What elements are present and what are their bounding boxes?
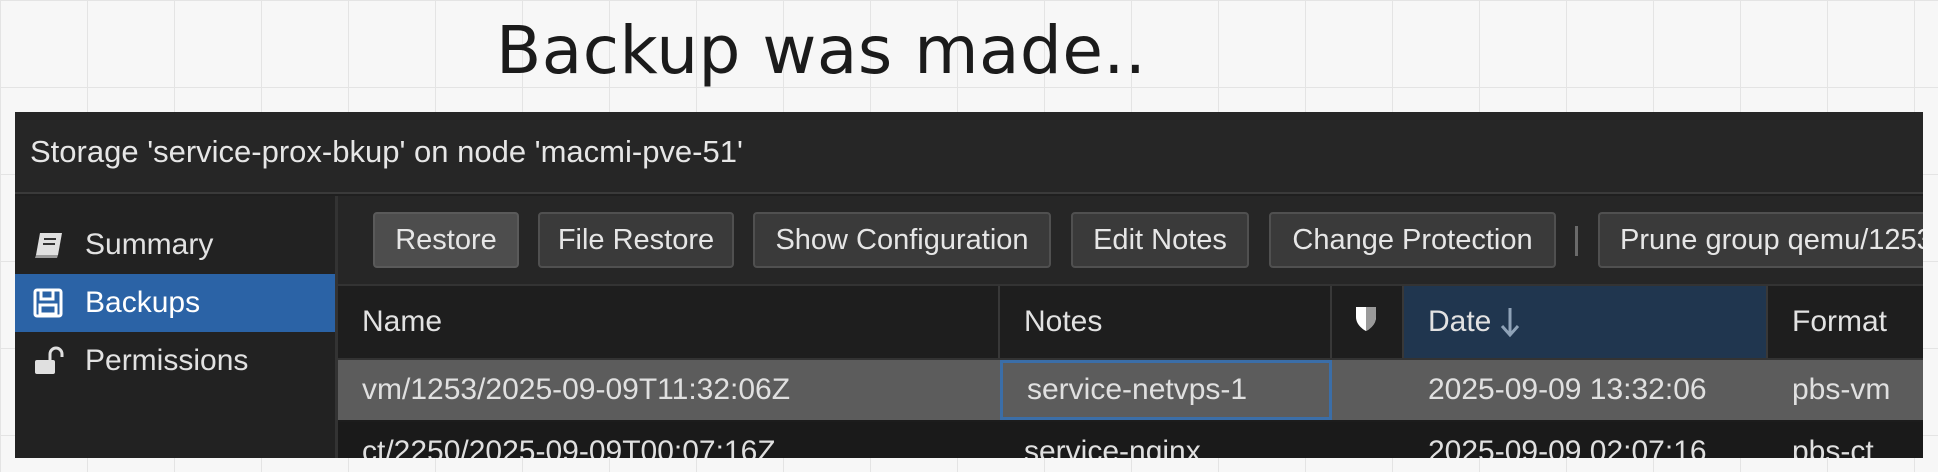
sidebar-item-label: Summary [85, 228, 214, 261]
column-notes[interactable]: Notes [1000, 286, 1332, 358]
cell-format: pbs-ct [1792, 435, 1874, 458]
sidebar-item-permissions[interactable]: Permissions [15, 332, 335, 390]
panel-title: Storage 'service-prox-bkup' on node 'mac… [15, 112, 1923, 194]
sidebar: Summary Backups Permissions [15, 196, 338, 458]
file-restore-button[interactable]: File Restore [538, 212, 734, 268]
grid-header: Name Notes Date Format [338, 286, 1923, 360]
cell-notes[interactable]: service-netvps-1 [1000, 360, 1332, 420]
column-name[interactable]: Name [338, 286, 1000, 358]
shield-icon [1354, 304, 1378, 340]
cell-notes[interactable]: service-nginx [1000, 422, 1332, 458]
unlock-icon [33, 346, 85, 376]
column-label: Name [362, 305, 443, 338]
column-format[interactable]: Format [1768, 286, 1923, 358]
cell-format: pbs-vm [1792, 373, 1891, 406]
cell-date: 2025-09-09 13:32:06 [1428, 373, 1707, 406]
cell-date: 2025-09-09 02:07:16 [1428, 435, 1707, 458]
sidebar-item-label: Permissions [85, 344, 249, 377]
table-row[interactable]: vm/1253/2025-09-09T11:32:06Z service-net… [338, 360, 1923, 420]
table-row[interactable]: ct/2250/2025-09-09T00:07:16Z service-ngi… [338, 422, 1923, 458]
backup-content: Restore File Restore Show Configuration … [338, 196, 1923, 458]
slide-title: Backup was made.. [496, 12, 1147, 89]
sidebar-item-backups[interactable]: Backups [15, 274, 335, 332]
sidebar-item-label: Backups [85, 286, 201, 319]
sidebar-item-summary[interactable]: Summary [15, 216, 335, 274]
cell-name: vm/1253/2025-09-09T11:32:06Z [362, 373, 791, 406]
show-configuration-button[interactable]: Show Configuration [753, 212, 1051, 268]
cell-name: ct/2250/2025-09-09T00:07:16Z [362, 435, 776, 458]
column-label: Format [1792, 305, 1888, 338]
toolbar: Restore File Restore Show Configuration … [338, 196, 1923, 286]
sort-descending-icon [1499, 305, 1521, 339]
floppy-disk-icon [33, 288, 85, 318]
column-protected[interactable] [1332, 286, 1404, 358]
book-icon [33, 230, 85, 260]
column-date[interactable]: Date [1404, 286, 1768, 358]
storage-panel: Storage 'service-prox-bkup' on node 'mac… [15, 112, 1923, 458]
edit-notes-button[interactable]: Edit Notes [1071, 212, 1249, 268]
toolbar-separator [1575, 226, 1578, 256]
change-protection-button[interactable]: Change Protection [1269, 212, 1556, 268]
restore-button[interactable]: Restore [373, 212, 519, 268]
column-label: Notes [1024, 305, 1103, 338]
prune-group-button[interactable]: Prune group qemu/1253 [1598, 212, 1923, 268]
column-label: Date [1428, 305, 1492, 338]
